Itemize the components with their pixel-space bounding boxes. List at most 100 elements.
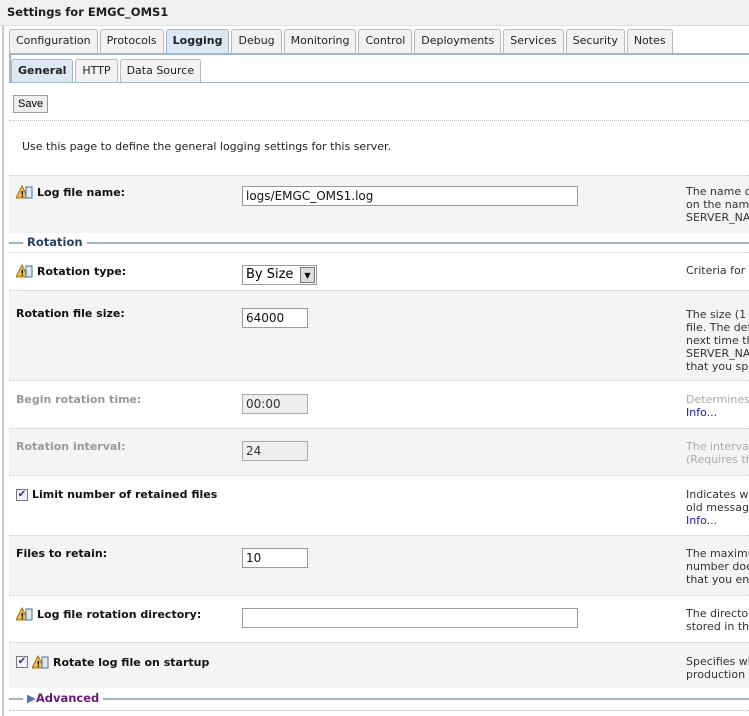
desc-line: The size (1 - <box>686 308 749 321</box>
save-button[interactable]: Save <box>13 95 49 113</box>
info-link[interactable]: Info... <box>686 514 749 527</box>
limit-retained-checkbox[interactable]: ✔ <box>16 488 28 501</box>
warning-restart-icon: ! <box>15 263 33 278</box>
advanced-toggle[interactable]: ▶Advanced <box>23 691 104 705</box>
desc-line: The directory <box>686 607 749 620</box>
log-file-name-desc: The name ofon the nameSERVER_NAM <box>686 185 749 224</box>
log-rotation-dir-label: Log file rotation directory: <box>37 607 202 621</box>
row-rotate-on-startup: ✔! Rotate log file on startup Specifies w… <box>9 642 749 688</box>
chevron-down-icon[interactable]: ▼ <box>300 267 315 283</box>
desc-line: production m <box>686 668 749 681</box>
log-file-name-input[interactable]: logs/EMGC_OMS1.log <box>242 186 578 206</box>
log-rotation-dir-desc: The directorystored in the <box>686 607 749 633</box>
tab-control[interactable]: Control <box>358 29 413 53</box>
files-to-retain-label: Files to retain: <box>16 547 108 560</box>
warning-restart-icon: ! <box>15 184 33 199</box>
tab-monitoring[interactable]: Monitoring <box>283 29 357 53</box>
rotate-on-startup-label: Rotate log file on startup <box>53 655 210 669</box>
svg-text:!: ! <box>37 660 41 669</box>
divider <box>9 120 749 121</box>
svg-text:!: ! <box>21 612 25 621</box>
desc-line: old messages <box>686 501 749 514</box>
files-to-retain-desc: The maximumnumber doesthat you enal <box>686 547 749 586</box>
desc-line: Indicates whe <box>686 488 749 501</box>
desc-line: SERVER_NAM <box>686 211 749 224</box>
tab-protocols[interactable]: Protocols <box>99 29 164 53</box>
desc-line: The name of <box>686 185 749 198</box>
row-rotation-file-size: Rotation file size: 64000 The size (1 -f… <box>9 290 749 380</box>
begin-rotation-time-label: Begin rotation time: <box>16 393 142 406</box>
desc-line: next time the <box>686 334 749 347</box>
section-advanced-title: Advanced <box>35 691 100 705</box>
subtab-general[interactable]: General <box>11 59 74 83</box>
desc-line: stored in the <box>686 620 749 633</box>
row-limit-retained: ✔ Limit number of retained files Indicate… <box>9 475 749 535</box>
svg-text:!: ! <box>21 269 25 278</box>
warning-restart-icon: ! <box>31 654 49 669</box>
rotation-type-label: Rotation type: <box>37 264 127 278</box>
label-wrap: ! Log file rotation directory: <box>15 606 202 621</box>
tab-notes[interactable]: Notes <box>626 29 673 53</box>
section-rotation: Rotation <box>9 235 749 250</box>
rotate-on-startup-checkbox[interactable]: ✔ <box>16 656 28 668</box>
subtab-http[interactable]: HTTP <box>75 59 118 83</box>
desc-line: The interval ( <box>686 440 749 453</box>
label-wrap: ! Rotation type: <box>15 263 127 278</box>
divider <box>9 710 749 711</box>
tab-security[interactable]: Security <box>565 29 625 53</box>
desc-line: SERVER_NAM <box>686 347 749 360</box>
desc-line: Specifies whe <box>686 655 749 668</box>
desc-line: that you enal <box>686 573 749 586</box>
row-log-file-name: ! Log file name: logs/EMGC_OMS1.log The n… <box>9 175 749 233</box>
label-wrap: ! Log file name: <box>15 184 126 199</box>
subtab-divider <box>9 82 749 83</box>
page-title: Settings for EMGC_OMS1 <box>0 0 749 26</box>
tab-deployments[interactable]: Deployments <box>414 29 502 53</box>
desc-line: Determines th <box>686 393 749 406</box>
row-rotation-interval: Rotation interval: 24 The interval ((Req… <box>9 428 749 475</box>
rotation-type-value: By Size <box>246 267 294 282</box>
row-files-to-retain: Files to retain: 10 The maximumnumber do… <box>9 535 749 595</box>
rotation-file-size-label: Rotation file size: <box>16 307 125 320</box>
rotation-type-select[interactable]: By Size ▼ <box>242 265 317 285</box>
tab-divider <box>9 53 749 55</box>
rotation-file-size-desc: The size (1 -file. The defanext time the… <box>686 308 749 373</box>
row-log-rotation-dir: ! Log file rotation directory: The direct… <box>9 595 749 642</box>
rotate-on-startup-desc: Specifies wheproduction m <box>686 655 749 681</box>
rotation-interval-label: Rotation interval: <box>16 440 126 453</box>
begin-rotation-time-desc: Determines thInfo... <box>686 393 749 419</box>
desc-line: number does <box>686 560 749 573</box>
limit-retained-label: Limit number of retained files <box>32 488 218 501</box>
tab-debug[interactable]: Debug <box>231 29 282 53</box>
desc-line: on the name <box>686 198 749 211</box>
section-rotation-title: Rotation <box>23 235 87 249</box>
begin-rotation-time-input[interactable]: 00:00 <box>242 394 308 414</box>
rotation-interval-input[interactable]: 24 <box>242 441 308 461</box>
desc-line: Criteria for m <box>686 264 749 277</box>
subtab-data-source[interactable]: Data Source <box>119 59 202 83</box>
desc-line: file. The defa <box>686 321 749 334</box>
label-wrap: ✔ Limit number of retained files <box>16 488 217 501</box>
svg-text:!: ! <box>21 190 25 199</box>
row-rotation-type: ! Rotation type: By Size ▼ Criteria for m <box>9 252 749 290</box>
desc-line: (Requires tha <box>686 453 749 466</box>
rotation-type-desc: Criteria for m <box>686 264 749 277</box>
desc-line: The maximum <box>686 547 749 560</box>
info-link[interactable]: Info... <box>686 406 749 419</box>
label-wrap: ✔! Rotate log file on startup <box>16 654 210 669</box>
desc-line: that you spec <box>686 360 749 373</box>
files-to-retain-input[interactable]: 10 <box>242 548 308 568</box>
rotation-file-size-input[interactable]: 64000 <box>242 308 308 328</box>
warning-restart-icon: ! <box>15 606 33 621</box>
expand-triangle-icon: ▶ <box>27 691 36 705</box>
log-file-name-label: Log file name: <box>37 185 126 199</box>
left-border <box>2 26 4 716</box>
tab-services[interactable]: Services <box>503 29 564 53</box>
tab-logging[interactable]: Logging <box>165 29 230 53</box>
section-advanced[interactable]: ▶Advanced <box>9 691 749 706</box>
main-tabs: Configuration Protocols Logging Debug Mo… <box>9 29 673 53</box>
limit-retained-desc: Indicates wheold messagesInfo... <box>686 488 749 527</box>
tab-configuration[interactable]: Configuration <box>9 29 98 53</box>
log-rotation-dir-input[interactable] <box>242 608 578 628</box>
rotation-interval-desc: The interval ((Requires tha <box>686 440 749 466</box>
